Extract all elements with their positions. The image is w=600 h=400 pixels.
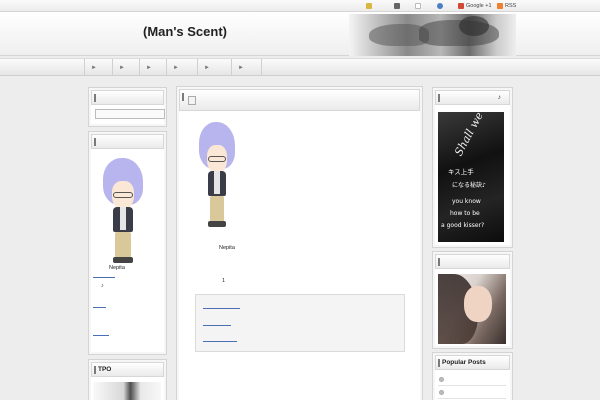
page-link[interactable] — [415, 2, 423, 10]
post-link-2[interactable] — [203, 325, 231, 326]
post-avatar-image — [199, 122, 235, 228]
post-caption: Nepita — [219, 245, 235, 251]
search-widget-title — [91, 90, 164, 105]
tpo-image[interactable] — [93, 382, 161, 400]
site-title[interactable]: (Man's Scent) — [143, 24, 227, 39]
page-icon — [188, 95, 196, 105]
profile-name: Nepita — [109, 265, 125, 271]
rss-icon — [497, 3, 503, 9]
profile-avatar-image — [103, 158, 143, 264]
nav-tab-6[interactable]: ► — [231, 59, 262, 76]
main-nav: ► ► ► ► ► ► — [0, 58, 600, 76]
nav-tab-2[interactable]: ► — [112, 59, 139, 76]
popular-item-2[interactable] — [438, 387, 506, 399]
tpo-widget-title: TPO — [91, 362, 164, 377]
pencil-link[interactable] — [366, 2, 374, 10]
kiss-banner-image[interactable]: Shall we kiss? キス上手 になる秘訣♪ you know how … — [438, 112, 504, 242]
profile-widget-title — [91, 134, 164, 149]
bullet-icon — [439, 377, 444, 382]
page-icon — [415, 3, 421, 9]
globe-link[interactable] — [437, 2, 445, 10]
profile-link-3[interactable] — [93, 335, 109, 336]
nav-tab-1[interactable]: ► — [84, 59, 112, 76]
photo-widget-title — [435, 254, 510, 269]
top-utility-bar: Google +1 RSS — [0, 0, 600, 12]
nav-tab-5[interactable]: ► — [197, 59, 231, 76]
popular-posts-title: Popular Posts — [435, 355, 510, 370]
kiss-widget-title: ♪ — [435, 90, 510, 105]
rss-link[interactable]: RSS — [497, 2, 516, 10]
google-plus-icon — [458, 3, 464, 9]
profile-link-1[interactable] — [93, 277, 115, 278]
search-input[interactable] — [95, 109, 165, 119]
post-count: 1 — [222, 278, 226, 284]
music-note: ♪ — [101, 283, 104, 289]
post-header — [179, 89, 420, 111]
photo-image[interactable] — [438, 274, 506, 344]
post-links-panel — [195, 294, 405, 352]
popular-item-1[interactable] — [438, 374, 506, 386]
pencil-icon — [366, 3, 372, 9]
user-icon — [394, 3, 400, 9]
header-banner-image — [349, 14, 516, 56]
google-plus-link[interactable]: Google +1 — [458, 2, 492, 10]
profile-widget: Nepita ♪ — [88, 131, 167, 355]
nav-tab-3[interactable]: ► — [139, 59, 166, 76]
post-link-1[interactable] — [203, 308, 240, 309]
site-header: (Man's Scent) — [0, 12, 600, 56]
globe-icon — [437, 3, 443, 9]
bullet-icon — [439, 390, 444, 395]
nav-tab-4[interactable]: ► — [166, 59, 197, 76]
search-widget — [88, 87, 167, 127]
user-link[interactable] — [394, 2, 402, 10]
post-link-3[interactable] — [203, 341, 237, 342]
profile-link-2[interactable] — [93, 307, 106, 308]
